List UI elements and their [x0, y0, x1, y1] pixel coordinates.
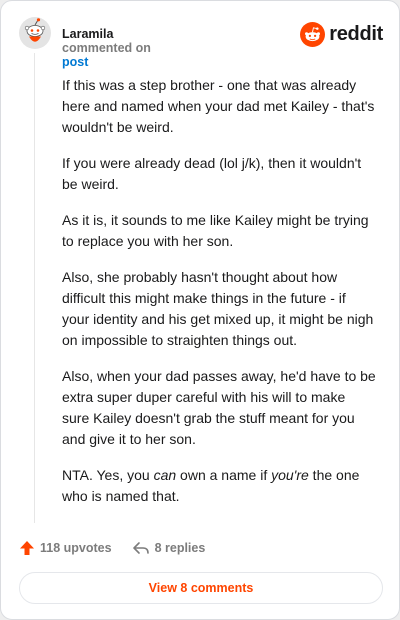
snoo-avatar-icon[interactable] [19, 17, 51, 49]
comment-header: Laramila commented on post reddit [19, 17, 383, 69]
replies-button[interactable]: 8 replies [132, 540, 206, 556]
comment-card: Laramila commented on post reddit If thi… [0, 0, 400, 620]
reddit-wordmark: reddit [329, 22, 383, 45]
comment-paragraph: Also, when your dad passes away, he'd ha… [62, 368, 376, 447]
comment-actions: 118 upvotes 8 replies [19, 537, 205, 559]
upvote-button[interactable]: 118 upvotes [19, 540, 112, 556]
post-link[interactable]: post [62, 55, 88, 69]
emphasis-segment: can [153, 467, 177, 483]
reddit-logo[interactable]: reddit [300, 20, 383, 48]
byline: Laramila commented on post [62, 27, 151, 69]
emphasis-segment: you're [271, 467, 309, 483]
text-segment: NTA. Yes, you [62, 467, 154, 483]
username-link[interactable]: Laramila [62, 27, 113, 41]
reddit-alien-icon [300, 21, 326, 47]
comment-paragraph: If you were already dead (lol j/k), then… [62, 155, 362, 192]
byline-action-text: commented on [62, 41, 151, 55]
comment-paragraph: Also, she probably hasn't thought about … [62, 269, 374, 348]
thread-line[interactable] [34, 53, 35, 523]
view-comments-button[interactable]: View 8 comments [19, 572, 383, 604]
upvote-arrow-icon [20, 541, 34, 555]
reply-icon [132, 542, 149, 554]
comment-paragraph-last: NTA. Yes, you can own a name if you're t… [62, 465, 376, 507]
reply-count: 8 replies [154, 541, 206, 555]
comment-paragraph: As it is, it sounds to me like Kailey mi… [62, 212, 369, 249]
comment-body: If this was a step brother - one that wa… [62, 75, 376, 507]
comment-paragraph: If this was a step brother - one that wa… [62, 77, 375, 135]
text-segment: own a name if [176, 467, 272, 483]
upvote-count: 118 upvotes [40, 541, 112, 555]
